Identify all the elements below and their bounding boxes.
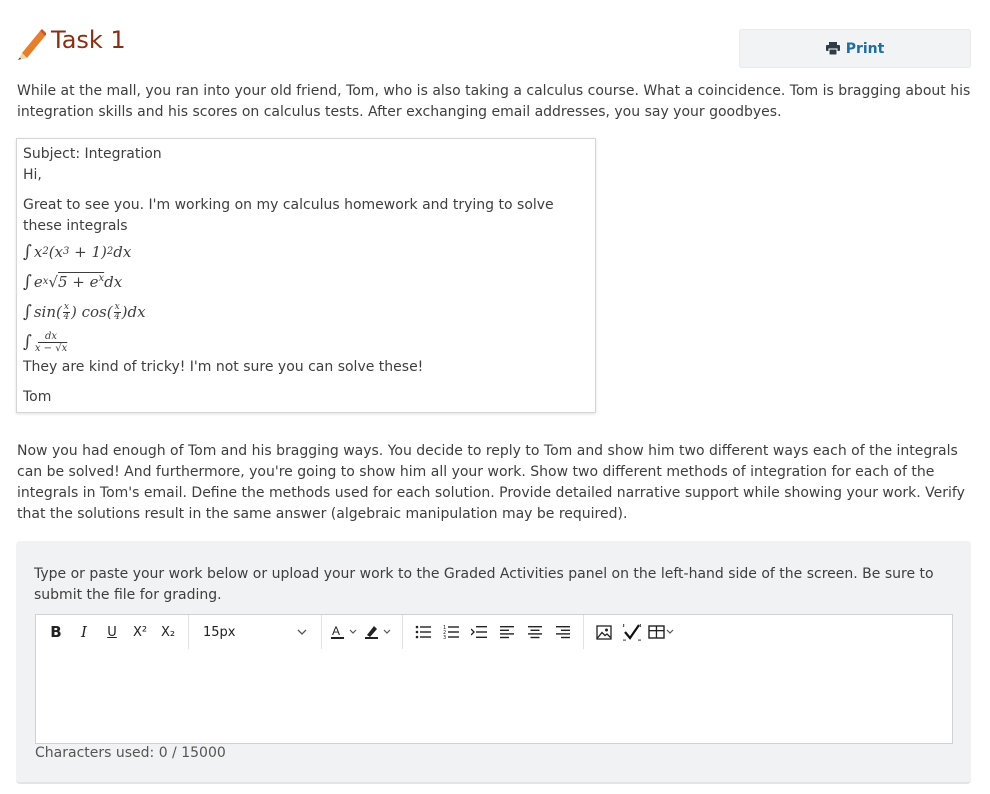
align-left-icon <box>500 626 514 639</box>
spell-check-icon <box>623 624 641 641</box>
numbered-list-button[interactable]: 123 <box>439 618 463 646</box>
subscript-button[interactable]: X₂ <box>156 618 180 646</box>
svg-text:3: 3 <box>443 635 446 639</box>
email-closing: They are kind of tricky! I'm not sure yo… <box>23 359 424 375</box>
text-color-icon: A <box>331 624 357 639</box>
email-body: Great to see you. I'm working on my calc… <box>23 197 554 234</box>
font-size-value: 15px <box>203 624 236 640</box>
highlight-color-button[interactable] <box>364 618 394 646</box>
underline-button[interactable]: U <box>100 618 124 646</box>
answer-editor[interactable] <box>35 649 953 744</box>
chevron-down-icon <box>297 629 307 635</box>
indent-icon <box>471 626 487 638</box>
image-icon <box>596 624 612 640</box>
editor-toolbar: B I U X² X₂ 15px A 1 2 3 <box>35 614 953 650</box>
font-size-select[interactable]: 15px <box>197 618 313 646</box>
answer-panel: Type or paste your work below or upload … <box>16 541 971 784</box>
align-center-button[interactable] <box>523 618 547 646</box>
task-paragraph: Now you had enough of Tom and his braggi… <box>17 443 965 522</box>
character-count: Characters used: 0 / 15000 <box>35 745 226 761</box>
indent-button[interactable] <box>467 618 491 646</box>
highlighter-icon <box>365 626 391 639</box>
page-title: Task 1 <box>51 26 126 54</box>
spell-check-button[interactable] <box>620 618 644 646</box>
integral-2: ∫ e x √ 5 + ex dx <box>23 272 123 292</box>
bullet-list-icon <box>415 625 431 639</box>
answer-instructions: Type or paste your work below or upload … <box>34 566 934 603</box>
printer-icon <box>825 42 840 55</box>
email-signature: Tom <box>23 389 52 405</box>
integral-4: ∫ dx x − √x <box>23 330 68 354</box>
print-button[interactable]: Print <box>739 29 971 68</box>
superscript-button[interactable]: X² <box>128 618 152 646</box>
table-icon <box>648 625 674 639</box>
email-box: Subject: Integration Hi, Great to see yo… <box>16 138 596 413</box>
text-color-button[interactable]: A <box>330 618 360 646</box>
numbered-list-icon: 123 <box>443 625 459 639</box>
insert-table-button[interactable] <box>648 618 676 646</box>
intro-paragraph: While at the mall, you ran into your old… <box>17 83 971 120</box>
integral-1: ∫ x 2 (x 3 + 1) 2 dx <box>23 242 132 262</box>
align-right-icon <box>556 626 570 639</box>
svg-text:A: A <box>332 624 340 638</box>
align-center-icon <box>528 626 542 639</box>
bullet-list-button[interactable] <box>411 618 435 646</box>
insert-image-button[interactable] <box>592 618 616 646</box>
email-greeting: Hi, <box>23 167 42 183</box>
task-header: Task 1 Print <box>16 24 971 68</box>
email-subject: Subject: Integration <box>23 146 162 162</box>
align-left-button[interactable] <box>495 618 519 646</box>
pencil-icon <box>18 29 46 60</box>
italic-button[interactable]: I <box>72 618 96 646</box>
bold-button[interactable]: B <box>44 618 68 646</box>
align-right-button[interactable] <box>551 618 575 646</box>
print-label: Print <box>845 40 885 57</box>
integral-3: ∫ sin(x 4) cos(x 4)dx <box>23 301 146 322</box>
